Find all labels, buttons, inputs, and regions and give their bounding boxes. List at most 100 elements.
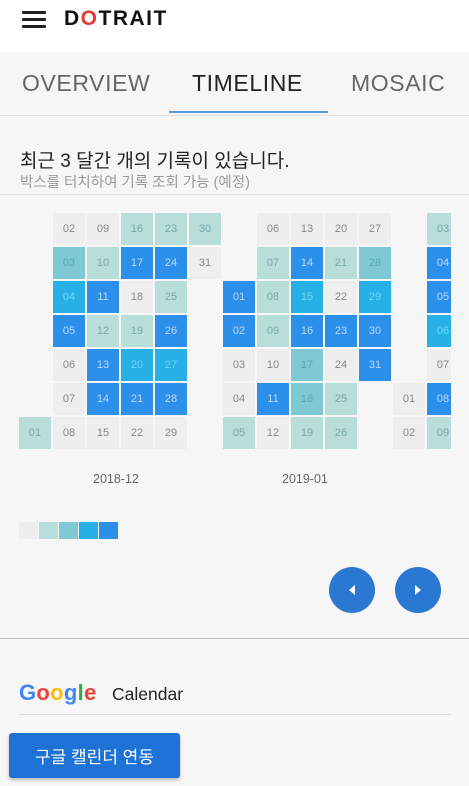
- google-logo-letter: o: [50, 680, 64, 705]
- day-cell[interactable]: 02: [393, 417, 425, 449]
- day-cell[interactable]: 13: [87, 349, 119, 381]
- tab-mosaic[interactable]: MOSAIC: [351, 70, 445, 97]
- day-cell[interactable]: 25: [325, 383, 357, 415]
- day-cell[interactable]: 28: [155, 383, 187, 415]
- day-cell[interactable]: 06: [427, 315, 451, 347]
- day-cell[interactable]: 30: [189, 213, 221, 245]
- day-cell[interactable]: 31: [359, 349, 391, 381]
- day-cell[interactable]: 20: [121, 349, 153, 381]
- day-cell[interactable]: 10: [87, 247, 119, 279]
- day-cell[interactable]: 21: [325, 247, 357, 279]
- day-cell[interactable]: 04: [427, 247, 451, 279]
- day-cell[interactable]: 27: [155, 349, 187, 381]
- day-cell[interactable]: 08: [257, 281, 289, 313]
- day-cell[interactable]: 31: [189, 247, 221, 279]
- day-cell[interactable]: 01: [393, 383, 425, 415]
- day-cell[interactable]: 16: [121, 213, 153, 245]
- legend-swatch: [19, 522, 38, 539]
- day-cell[interactable]: 16: [291, 315, 323, 347]
- day-cell[interactable]: 17: [291, 349, 323, 381]
- day-cell[interactable]: 21: [121, 383, 153, 415]
- day-cell[interactable]: 26: [155, 315, 187, 347]
- day-cell[interactable]: 26: [325, 417, 357, 449]
- day-cell[interactable]: 18: [121, 281, 153, 313]
- legend-swatch: [79, 522, 98, 539]
- google-logo-letter: G: [19, 680, 37, 705]
- timeline-grid: 01 02 03 04 05 06 07 08 09 10 11 12 13 14 15 16 17 18 19 20…: [0, 213, 451, 453]
- day-cell[interactable]: 02: [223, 315, 255, 347]
- day-cell[interactable]: 08: [53, 417, 85, 449]
- tab-bar: OVERVIEW TIMELINE MOSAIC: [0, 52, 469, 114]
- legend-swatch: [59, 522, 78, 539]
- prev-button[interactable]: [329, 567, 375, 613]
- day-cell[interactable]: 01: [19, 417, 51, 449]
- google-logo-letter: g: [63, 680, 78, 705]
- divider: [0, 194, 469, 195]
- day-cell[interactable]: 01: [223, 281, 255, 313]
- day-cell[interactable]: 18: [291, 383, 323, 415]
- day-cell[interactable]: 23: [325, 315, 357, 347]
- day-cell[interactable]: 23: [155, 213, 187, 245]
- day-cell[interactable]: 29: [155, 417, 187, 449]
- day-cell[interactable]: 27: [359, 213, 391, 245]
- menu-icon[interactable]: [22, 11, 46, 29]
- next-button[interactable]: [395, 567, 441, 613]
- month-label: 2018-12: [93, 472, 139, 486]
- day-cell[interactable]: 12: [87, 315, 119, 347]
- day-cell[interactable]: 12: [257, 417, 289, 449]
- day-cell[interactable]: 24: [325, 349, 357, 381]
- day-cell[interactable]: 22: [325, 281, 357, 313]
- google-logo-letter: e: [84, 680, 97, 705]
- divider: [19, 714, 451, 715]
- day-cell[interactable]: 09: [257, 315, 289, 347]
- day-cell[interactable]: 04: [53, 281, 85, 313]
- day-cell[interactable]: 28: [359, 247, 391, 279]
- day-cell[interactable]: 08: [427, 383, 451, 415]
- day-cell[interactable]: 07: [427, 349, 451, 381]
- month-label: 2019-01: [282, 472, 328, 486]
- day-cell[interactable]: 05: [53, 315, 85, 347]
- day-cell[interactable]: 09: [87, 213, 119, 245]
- day-cell[interactable]: 05: [223, 417, 255, 449]
- day-cell[interactable]: 19: [291, 417, 323, 449]
- tab-overview[interactable]: OVERVIEW: [22, 70, 150, 97]
- day-cell[interactable]: 15: [291, 281, 323, 313]
- day-cell[interactable]: 05: [427, 281, 451, 313]
- day-cell[interactable]: 29: [359, 281, 391, 313]
- chevron-right-icon: [415, 585, 421, 595]
- day-cell[interactable]: 25: [155, 281, 187, 313]
- day-cell[interactable]: 03: [223, 349, 255, 381]
- day-cell[interactable]: 13: [291, 213, 323, 245]
- google-logo-letter: o: [36, 680, 51, 705]
- day-cell[interactable]: 14: [87, 383, 119, 415]
- day-cell[interactable]: 06: [53, 349, 85, 381]
- day-cell[interactable]: 19: [121, 315, 153, 347]
- divider: [0, 115, 469, 116]
- day-cell[interactable]: 03: [53, 247, 85, 279]
- day-cell[interactable]: 09: [427, 417, 451, 449]
- day-cell[interactable]: 07: [53, 383, 85, 415]
- day-cell[interactable]: 03: [427, 213, 451, 245]
- day-cell[interactable]: 22: [121, 417, 153, 449]
- day-cell[interactable]: 20: [325, 213, 357, 245]
- record-summary: 최근 3 달간 개의 기록이 있습니다.: [20, 151, 290, 172]
- day-cell[interactable]: 06: [257, 213, 289, 245]
- tab-timeline[interactable]: TIMELINE: [192, 70, 303, 97]
- calendar-label: Calendar: [112, 684, 184, 704]
- day-cell[interactable]: 04: [223, 383, 255, 415]
- day-cell[interactable]: 15: [87, 417, 119, 449]
- brand-logo: DOTRAIT: [64, 7, 168, 30]
- day-cell[interactable]: 17: [121, 247, 153, 279]
- day-cell[interactable]: 14: [291, 247, 323, 279]
- day-cell[interactable]: 11: [87, 281, 119, 313]
- day-cell[interactable]: 07: [257, 247, 289, 279]
- day-cell[interactable]: 10: [257, 349, 289, 381]
- legend-swatch: [99, 522, 118, 539]
- day-cell[interactable]: 11: [257, 383, 289, 415]
- day-cell[interactable]: 24: [155, 247, 187, 279]
- chevron-left-icon: [349, 585, 355, 595]
- day-cell[interactable]: 02: [53, 213, 85, 245]
- google-calendar-connect-button[interactable]: 구글 캘린더 연동: [9, 733, 180, 778]
- day-cell[interactable]: 30: [359, 315, 391, 347]
- google-logo: Google: [19, 680, 97, 706]
